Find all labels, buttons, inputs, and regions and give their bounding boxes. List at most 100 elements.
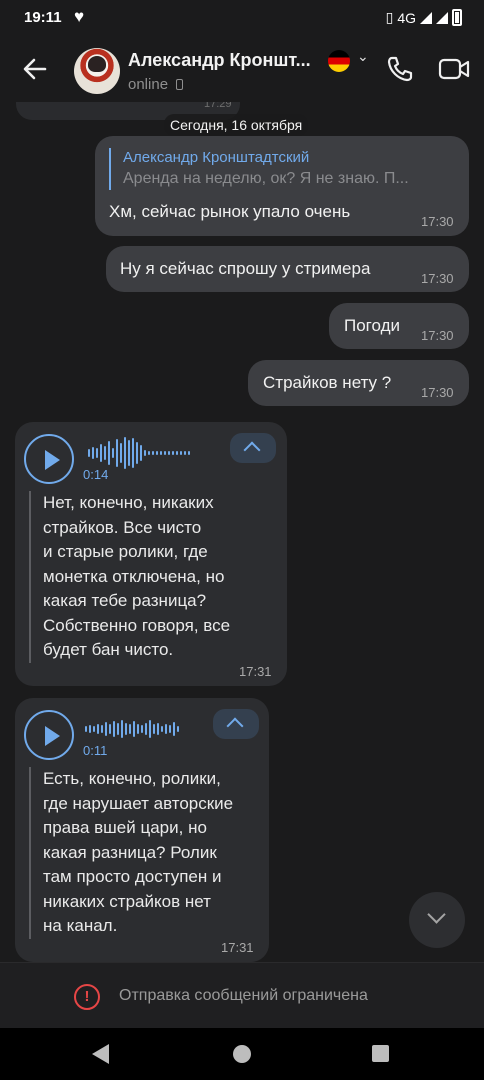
transcript-line: на канал. [43,916,118,935]
back-arrow-icon[interactable] [20,54,50,84]
waveform-bar [96,448,98,458]
waveform-bar [97,724,99,734]
waveform-bar [85,726,87,732]
waveform-bar [124,437,126,469]
reply-quote[interactable]: Александр Кронштадтский Аренда на неделю… [109,148,441,190]
transcript-line: монетка отключена, но [43,566,225,586]
message-text: Страйков нету ? [263,373,392,392]
waveform-bar [120,443,122,463]
signal-icon-2 [436,11,448,24]
message-list[interactable]: 17:29 Сегодня, 16 октября Александр Крон… [0,102,484,962]
heart-icon: ♥ [74,7,85,26]
waveform-bar [145,723,147,735]
waveform-bar [92,447,94,459]
waveform-bar [144,450,146,456]
date-separator: Сегодня, 16 октября [164,114,309,136]
transcript[interactable]: Нет, конечно, никаких страйков. Все чист… [29,491,273,663]
waveform-bar [112,448,114,458]
waveform-bar [164,451,166,455]
message-time: 17:31 [239,664,272,679]
waveform-bar [184,451,186,455]
vibrate-icon: ▯ [385,9,394,25]
reply-author: Александр Кронштадтский [123,149,310,166]
previous-message-time: 17:29 [204,102,232,110]
message-text: Погоди [344,316,400,335]
waveform-bar [117,723,119,735]
transcript-line: Собственно говоря, все [43,615,231,635]
chevron-down-icon[interactable]: ⌄ [357,48,369,65]
system-nav-bar [0,1028,484,1080]
waveform-bar [132,438,134,468]
voice-duration: 0:11 [83,743,108,758]
message-text: Хм, сейчас рынок упало очень [109,202,351,221]
phone-call-icon[interactable] [385,54,415,84]
nav-back-icon[interactable] [92,1044,109,1064]
scroll-down-button[interactable] [409,892,465,948]
battery-icon [452,9,462,26]
incoming-voice-message[interactable]: 0:11 Есть, конечно, ролики, где нарушает… [15,698,269,962]
waveform-bar [93,726,95,732]
waveform-bar [173,722,175,736]
waveform-bar [133,721,135,737]
message-time: 17:30 [421,271,454,286]
waveform-2[interactable] [85,712,179,746]
waveform-bar [177,726,179,732]
nav-recents-icon[interactable] [372,1045,389,1062]
message-text: Ну я сейчас спрошу у стримера [120,259,371,278]
presence-status: online [128,76,184,93]
message-time: 17:30 [421,385,454,400]
reply-text: Аренда на неделю, ок? Я не знаю. П... [123,170,409,187]
waveform-bar [140,445,142,461]
status-time: 19:11 [24,9,62,26]
outgoing-message[interactable]: Ну я сейчас спрошу у стримера 17:30 [106,246,469,292]
waveform-bar [89,725,91,733]
warning-icon: ! [74,984,100,1010]
presence-text: online [128,76,169,93]
waveform-bar [180,451,182,455]
waveform-bar [125,723,127,735]
avatar[interactable] [74,48,120,94]
waveform-bar [113,721,115,737]
play-icon[interactable] [24,434,74,484]
transcript-line: где нарушает авторские [43,793,234,813]
waveform-bar [100,444,102,462]
waveform-bar [116,439,118,467]
restriction-bar: ! Отправка сообщений ограничена [0,962,484,1028]
voice-duration: 0:14 [83,467,109,482]
flag-icon [328,50,350,72]
waveform-bar [104,446,106,460]
waveform-bar [101,725,103,733]
collapse-transcript-button[interactable] [230,433,276,463]
waveform-bar [152,451,154,455]
waveform-bar [129,724,131,734]
video-call-icon[interactable] [438,56,470,82]
waveform-bar [141,725,143,733]
mobile-icon [176,79,184,90]
contact-name[interactable]: Александр Кроншт... [128,50,328,71]
transcript-line: Есть, конечно, ролики, [43,769,221,788]
transcript-line: права вшей цари, но [43,818,207,837]
waveform-bar [109,724,111,734]
nav-home-icon[interactable] [233,1045,251,1063]
outgoing-message[interactable]: Страйков нету ? 17:30 [248,360,469,406]
transcript-line: будет бан чисто. [43,640,174,659]
collapse-transcript-button[interactable] [213,709,259,739]
waveform-bar [88,449,90,457]
waveform-bar [121,720,123,738]
transcript-line: и старые ролики, где [43,542,208,561]
transcript-line: Нет, конечно, никаких [43,493,214,512]
restriction-text: Отправка сообщений ограничена [119,987,368,1004]
waveform-bar [160,451,162,455]
incoming-voice-message[interactable]: 0:14 Нет, конечно, никаких страйков. Все… [15,422,287,686]
status-bar: 19:11 ♥ ▯ 4G [0,0,484,36]
outgoing-message[interactable]: Александр Кронштадтский Аренда на неделю… [95,136,469,236]
waveform-bar [188,451,190,455]
play-icon[interactable] [24,710,74,760]
message-time: 17:30 [421,214,454,229]
outgoing-message[interactable]: Погоди 17:30 [329,303,469,349]
waveform-1[interactable] [88,436,190,470]
waveform-bar [169,725,171,733]
message-time: 17:30 [421,328,454,343]
signal-icon [420,11,432,24]
transcript[interactable]: Есть, конечно, ролики, где нарушает авто… [29,767,259,939]
